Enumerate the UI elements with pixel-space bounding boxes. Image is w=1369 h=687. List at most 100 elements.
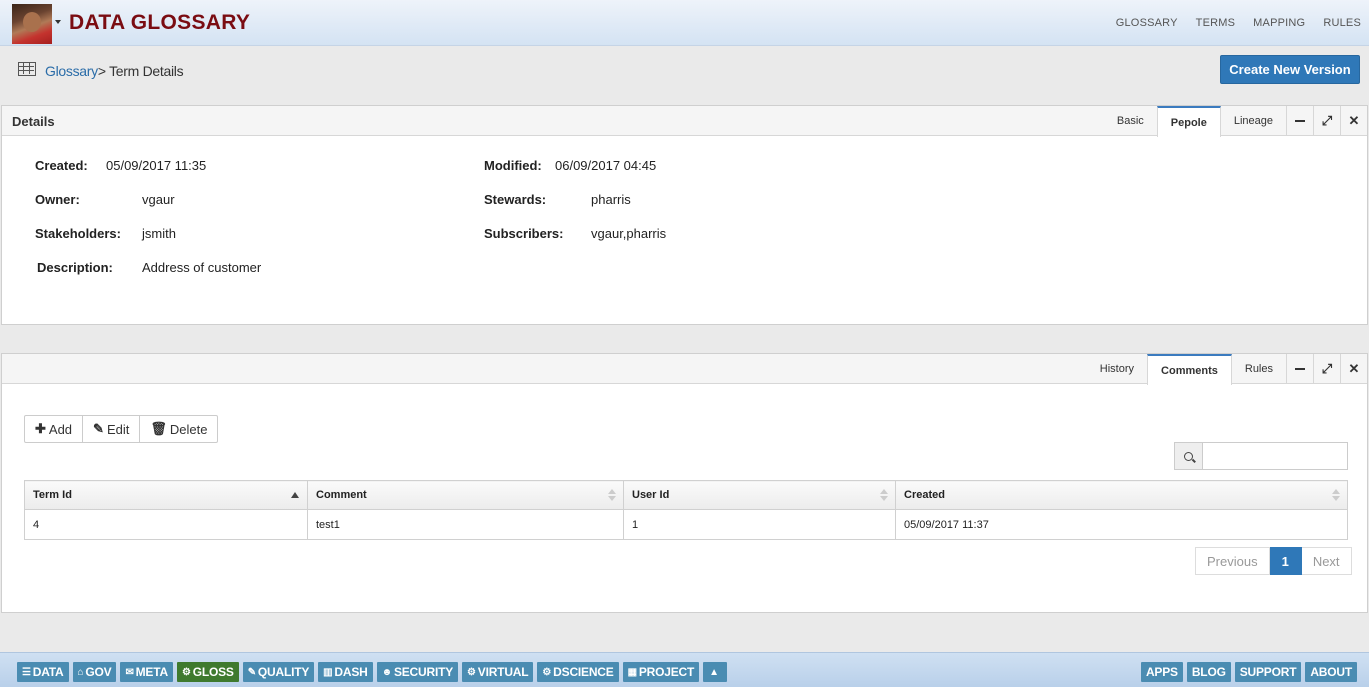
comments-table: Term Id Comment User Id Created 4 test1 … — [24, 480, 1348, 540]
owner-label: Owner: — [35, 192, 80, 207]
minimize-icon[interactable] — [1286, 354, 1313, 384]
trash-icon: 🗑 — [150, 421, 167, 436]
avatar-face — [23, 12, 41, 32]
minimize-icon[interactable] — [1286, 106, 1313, 136]
envelope-icon: ✉ — [125, 666, 134, 678]
pagination: Previous 1 Next — [1195, 547, 1352, 575]
col-created[interactable]: Created — [895, 480, 1348, 510]
module-virtual-label: VIRTUAL — [477, 665, 529, 679]
database-icon: ☰ — [22, 666, 31, 678]
table-search — [1174, 442, 1348, 470]
comments-panel: History Comments Rules ⤢ ✕ ✚ Add ✎ Edit 🗑 D… — [1, 353, 1368, 613]
next-page-button[interactable]: Next — [1301, 547, 1352, 575]
gear-icon: ⚙ — [542, 666, 552, 678]
support-button[interactable]: SUPPORT — [1234, 662, 1302, 682]
module-quality-label: QUALITY — [257, 665, 310, 679]
close-icon[interactable]: ✕ — [1340, 354, 1367, 384]
tab-basic[interactable]: Basic — [1104, 106, 1157, 136]
module-project-label: PROJECT — [638, 665, 695, 679]
module-dash-button[interactable]: ▥ DASH — [318, 662, 373, 682]
subscribers-value: vgaur,pharris — [591, 226, 667, 241]
tab-pepole[interactable]: Pepole — [1156, 106, 1221, 137]
user-avatar[interactable] — [12, 4, 52, 44]
breadcrumb-glossary-link[interactable]: Glossary — [45, 63, 98, 79]
comments-panel-header: History Comments Rules ⤢ ✕ — [2, 354, 1367, 385]
tab-history[interactable]: History — [1087, 354, 1147, 384]
edit-label: Edit — [106, 421, 130, 437]
edit-icon: ✎ — [93, 421, 104, 436]
top-nav: GLOSSARY TERMS MAPPING RULES — [1098, 17, 1361, 29]
table-row[interactable]: 4 test1 1 05/09/2017 11:37 — [24, 509, 1348, 540]
stakeholders-label: Stakeholders: — [35, 226, 121, 241]
app-title: DATA GLOSSARY — [69, 11, 251, 34]
module-meta-button[interactable]: ✉ META — [120, 662, 173, 682]
add-button[interactable]: ✚ Add — [25, 416, 84, 442]
user-menu-caret-icon[interactable] — [55, 20, 61, 24]
created-value: 05/09/2017 11:35 — [106, 158, 207, 173]
cogs-icon: ⚙ — [181, 666, 191, 678]
close-icon[interactable]: ✕ — [1340, 106, 1367, 136]
comments-tabs: History Comments Rules ⤢ ✕ — [1087, 354, 1367, 385]
nav-mapping[interactable]: MAPPING — [1253, 17, 1305, 29]
previous-page-button[interactable]: Previous — [1195, 547, 1270, 575]
sort-icon — [1332, 489, 1340, 501]
breadcrumb-separator: > — [97, 63, 106, 79]
nav-rules[interactable]: RULES — [1323, 17, 1361, 29]
page-1-button[interactable]: 1 — [1269, 547, 1302, 575]
cogs-icon: ⚙ — [467, 666, 476, 678]
stakeholders-value: jsmith — [142, 226, 176, 241]
nav-terms[interactable]: TERMS — [1196, 17, 1236, 29]
search-input[interactable] — [1203, 442, 1348, 470]
modified-label: Modified: — [484, 158, 542, 173]
col-created-label: Created — [904, 489, 945, 501]
edit-icon: ✎ — [247, 666, 256, 678]
created-label: Created: — [35, 158, 88, 173]
edit-button[interactable]: ✎ Edit — [83, 416, 141, 442]
collapse-up-button[interactable]: ▲ — [703, 662, 727, 682]
table-header-row: Term Id Comment User Id Created — [24, 480, 1348, 510]
sort-icon — [608, 489, 616, 501]
bottom-module-bar: ☰ DATA ⌂ GOV ✉ META ⚙ GLOSS ✎ QUALITY ▥ DASH ☻… — [0, 652, 1369, 687]
module-meta-label: META — [135, 665, 169, 679]
col-term-id[interactable]: Term Id — [24, 480, 308, 510]
breadcrumb: Glossary> Term Details — [45, 63, 184, 79]
blog-button[interactable]: BLOG — [1186, 662, 1231, 682]
cell-term-id: 4 — [24, 509, 308, 540]
tab-rules[interactable]: Rules — [1232, 354, 1286, 384]
module-dscience-button[interactable]: ⚙ DSCIENCE — [537, 662, 619, 682]
col-comment[interactable]: Comment — [307, 480, 624, 510]
tab-lineage[interactable]: Lineage — [1221, 106, 1286, 136]
nav-glossary[interactable]: GLOSSARY — [1116, 17, 1178, 29]
module-security-button[interactable]: ☻ SECURITY — [376, 662, 459, 682]
create-new-version-button[interactable]: Create New Version — [1220, 55, 1360, 84]
sort-icon — [880, 489, 888, 501]
module-dash-label: DASH — [334, 665, 368, 679]
bank-icon: ⌂ — [77, 666, 84, 678]
description-label: Description: — [37, 260, 113, 275]
details-panel-title: Details — [12, 114, 55, 129]
comments-toolbar: ✚ Add ✎ Edit 🗑 Delete — [24, 415, 219, 443]
cell-user-id: 1 — [623, 509, 896, 540]
about-button[interactable]: ABOUT — [1305, 662, 1357, 682]
module-gov-button[interactable]: ⌂ GOV — [72, 662, 117, 682]
stewards-label: Stewards: — [484, 192, 547, 207]
expand-icon[interactable]: ⤢ — [1313, 106, 1340, 136]
module-gloss-button[interactable]: ⚙ GLOSS — [176, 662, 239, 682]
cell-created: 05/09/2017 11:37 — [895, 509, 1348, 540]
search-icon[interactable] — [1174, 442, 1203, 470]
apps-button[interactable]: APPS — [1140, 662, 1183, 682]
module-project-button[interactable]: ▦ PROJECT — [622, 662, 700, 682]
tab-comments[interactable]: Comments — [1147, 354, 1232, 385]
col-user-id[interactable]: User Id — [623, 480, 896, 510]
sort-asc-icon — [291, 492, 299, 498]
module-data-button[interactable]: ☰ DATA — [17, 662, 69, 682]
expand-icon[interactable]: ⤢ — [1313, 354, 1340, 384]
search-lens — [1184, 451, 1193, 461]
delete-button[interactable]: 🗑 Delete — [140, 416, 217, 442]
module-virtual-button[interactable]: ⚙ VIRTUAL — [462, 662, 534, 682]
modified-value: 06/09/2017 04:45 — [555, 158, 657, 173]
delete-label: Delete — [169, 421, 208, 437]
module-quality-button[interactable]: ✎ QUALITY — [242, 662, 315, 682]
module-gloss-label: GLOSS — [192, 665, 234, 679]
footer-links: APPS BLOG SUPPORT ABOUT — [1140, 662, 1357, 682]
